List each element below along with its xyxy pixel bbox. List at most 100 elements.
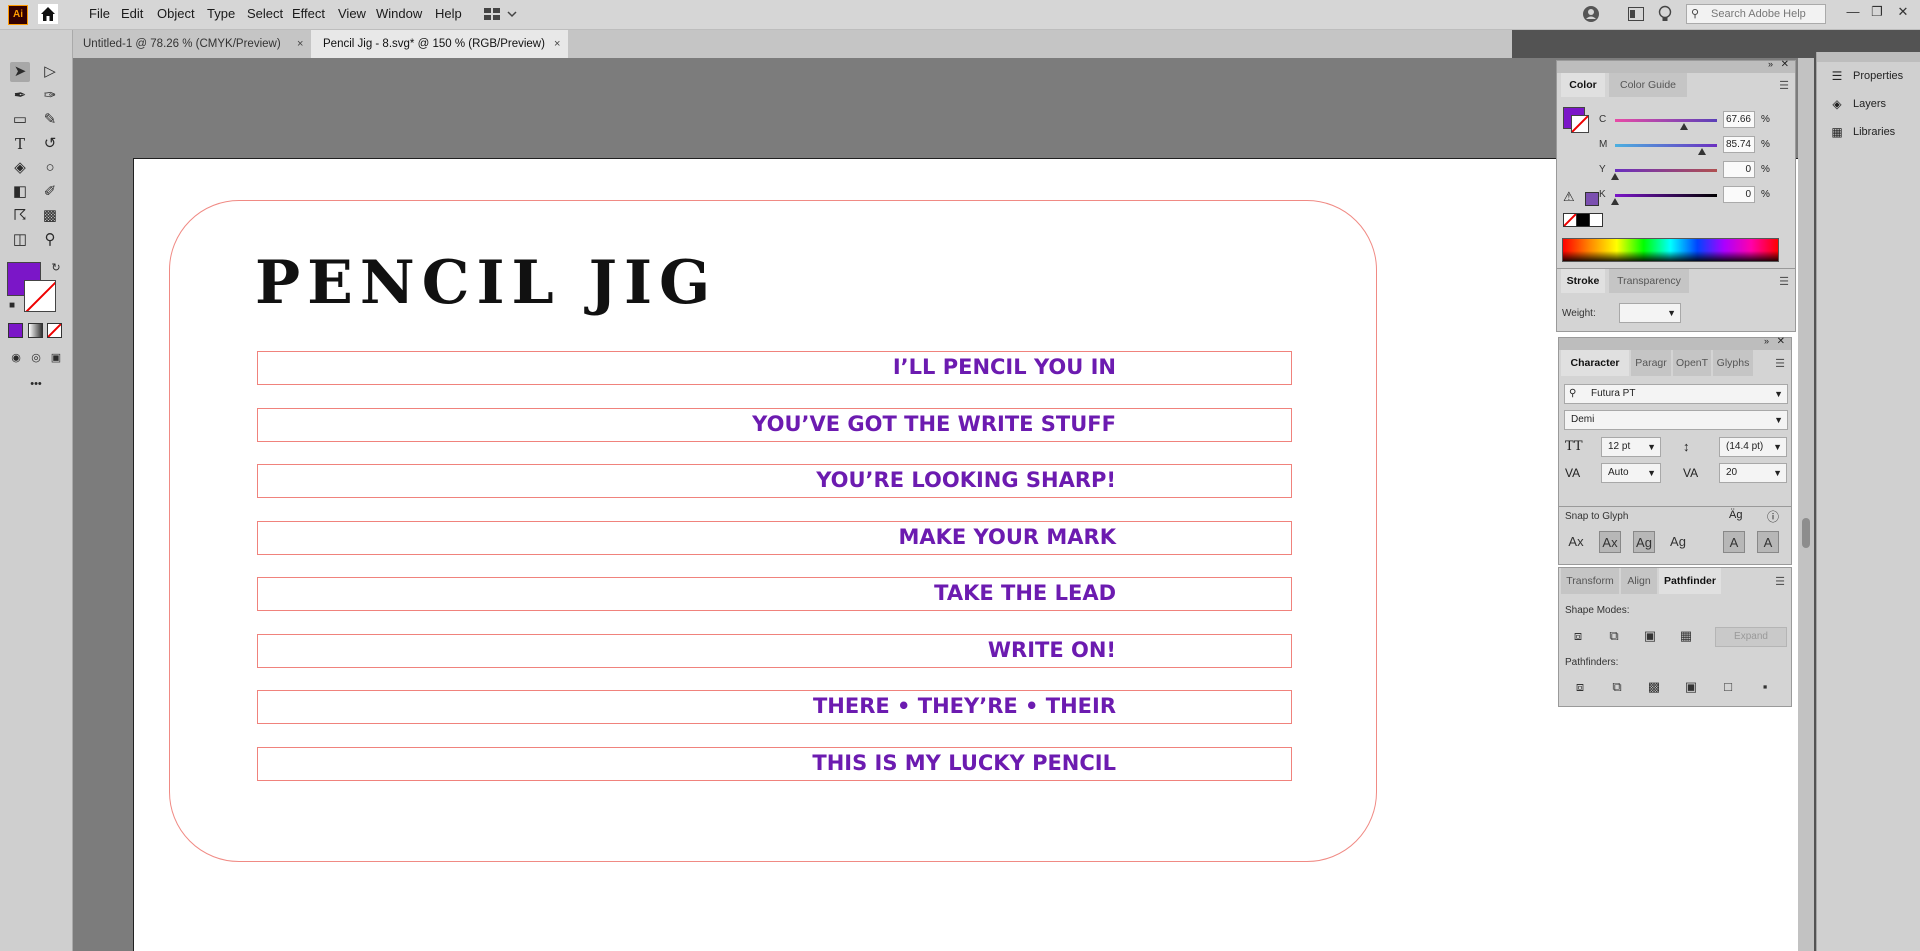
x-height-snap-icon[interactable]: Ax [1599, 531, 1621, 553]
chevron-down-icon[interactable]: ▼ [1774, 385, 1783, 403]
edit-toolbar-button[interactable]: ••• [26, 374, 46, 394]
close-tab-icon[interactable]: × [554, 30, 560, 58]
text-strip[interactable]: THIS IS MY LUCKY PENCIL [257, 747, 1292, 781]
gradient-mode-icon[interactable] [28, 323, 43, 338]
tab-glyphs[interactable]: Glyphs [1713, 350, 1753, 376]
slider-cyan[interactable]: C 67.66 % [1599, 111, 1789, 131]
dock-libraries[interactable]: ▦ Libraries [1829, 122, 1895, 142]
tab-color[interactable]: Color [1561, 73, 1605, 97]
none-swatch[interactable] [1563, 213, 1577, 227]
direct-selection-tool-icon[interactable]: ▷ [40, 62, 60, 82]
merge-icon[interactable]: ▩ [1643, 676, 1665, 698]
trim-icon[interactable]: ⧉ [1606, 676, 1628, 698]
panel-menu-icon[interactable]: ☰ [1775, 357, 1785, 370]
channel-value-input[interactable]: 85.74 [1723, 136, 1755, 153]
stroke-swatch-small[interactable] [1571, 115, 1589, 133]
close-panel-icon[interactable]: ✕ [1777, 336, 1785, 347]
channel-value-input[interactable]: 67.66 [1723, 111, 1755, 128]
tab-stroke[interactable]: Stroke [1561, 269, 1605, 293]
draw-normal-icon[interactable]: ◉ [6, 348, 26, 368]
selection-tool-icon[interactable]: ➤ [10, 62, 30, 82]
unite-icon[interactable]: ⧈ [1567, 625, 1589, 647]
exclude-icon[interactable]: ▦ [1675, 625, 1697, 647]
strip-text[interactable]: TAKE THE LEAD [934, 581, 1116, 605]
slider-thumb[interactable] [1698, 148, 1707, 155]
panel-header[interactable]: » ✕ [1559, 336, 1791, 350]
minimize-icon[interactable]: — [1842, 2, 1864, 22]
font-size-field[interactable]: 12 pt ▼ [1601, 437, 1661, 457]
dock-header[interactable] [1817, 52, 1920, 62]
swap-fill-stroke-icon[interactable]: ↻ [46, 258, 66, 278]
type-tool-icon[interactable]: T [10, 134, 30, 154]
lasso-tool-icon[interactable]: ○ [40, 158, 60, 178]
tab-color-guide[interactable]: Color Guide [1609, 73, 1687, 97]
text-strip[interactable]: YOU’RE LOOKING SHARP! [257, 464, 1292, 498]
weight-input[interactable]: ▼ [1619, 303, 1681, 323]
menu-view[interactable]: View [338, 6, 366, 21]
chevron-down-icon[interactable]: ▼ [1773, 464, 1782, 482]
artwork-title[interactable]: PENCIL JIG [255, 248, 717, 318]
default-colors-icon[interactable]: ■ [2, 296, 22, 316]
tab-character[interactable]: Character [1561, 350, 1629, 376]
color-spectrum[interactable] [1562, 238, 1779, 262]
text-strip[interactable]: TAKE THE LEAD [257, 577, 1292, 611]
rotate-tool-icon[interactable]: ↺ [40, 134, 60, 154]
restore-icon[interactable]: ❐ [1866, 2, 1888, 22]
leading-field[interactable]: (14.4 pt) ▼ [1719, 437, 1787, 457]
close-tab-icon[interactable]: × [297, 30, 303, 58]
panel-header[interactable]: » ✕ [1557, 59, 1795, 73]
gradient-tool-icon[interactable]: ◧ [10, 182, 30, 202]
minus-front-icon[interactable]: ⧉ [1603, 625, 1625, 647]
collapse-icon[interactable]: » [1768, 59, 1773, 69]
text-strip[interactable]: MAKE YOUR MARK [257, 521, 1292, 555]
tab-pathfinder[interactable]: Pathfinder [1659, 568, 1721, 594]
stroke-swatch[interactable] [24, 280, 56, 312]
eyedropper-tool-icon[interactable]: ✐ [40, 182, 60, 202]
slider-thumb[interactable] [1611, 173, 1619, 180]
puppet-warp-tool-icon[interactable]: ☈ [10, 206, 30, 226]
draw-behind-icon[interactable]: ◎ [26, 348, 46, 368]
minus-back-icon[interactable]: ▪ [1754, 676, 1776, 698]
tab-pencil-jig[interactable]: Pencil Jig - 8.svg* @ 150 % (RGB/Preview… [311, 30, 568, 58]
lightbulb-icon[interactable] [1658, 5, 1672, 23]
home-icon[interactable] [38, 4, 58, 24]
anchor-point-icon[interactable]: A [1757, 531, 1779, 553]
dock-layers[interactable]: ◈ Layers [1829, 94, 1886, 114]
workspace-switcher-icon[interactable] [484, 6, 518, 22]
font-style-field[interactable]: Demi ▼ [1564, 410, 1788, 430]
slider-magenta[interactable]: M 85.74 % [1599, 136, 1789, 156]
account-icon[interactable] [1582, 5, 1602, 23]
text-strip[interactable]: WRITE ON! [257, 634, 1292, 668]
chevron-down-icon[interactable]: ▼ [1647, 464, 1656, 482]
chevron-down-icon[interactable]: ▼ [1774, 411, 1783, 429]
slider-track[interactable] [1615, 119, 1717, 122]
vertical-scrollbar[interactable] [1798, 58, 1814, 951]
panel-menu-icon[interactable]: ☰ [1779, 275, 1789, 288]
text-strip[interactable]: THERE • THEY’RE • THEIR [257, 690, 1292, 724]
rectangle-tool-icon[interactable]: ▭ [10, 110, 30, 130]
text-strip[interactable]: YOU’VE GOT THE WRITE STUFF [257, 408, 1292, 442]
zoom-tool-icon[interactable]: ⚲ [40, 230, 60, 250]
slider-track[interactable] [1615, 194, 1717, 197]
menu-window[interactable]: Window [376, 6, 422, 21]
angular-guides-icon[interactable]: A [1723, 531, 1745, 553]
strip-text[interactable]: THIS IS MY LUCKY PENCIL [812, 751, 1116, 775]
slider-track[interactable] [1615, 169, 1717, 172]
intersect-icon[interactable]: ▣ [1639, 625, 1661, 647]
out-of-gamut-warning-icon[interactable]: ⚠ [1563, 189, 1575, 205]
slider-track[interactable] [1615, 144, 1717, 147]
artboard-tool-icon[interactable]: ◫ [10, 230, 30, 250]
chevron-down-icon[interactable]: ▼ [1667, 304, 1676, 322]
shape-builder-tool-icon[interactable]: ▩ [40, 206, 60, 226]
channel-value-input[interactable]: 0 [1723, 161, 1755, 178]
divide-icon[interactable]: ⧈ [1569, 676, 1591, 698]
menu-help[interactable]: Help [435, 6, 462, 21]
arrange-documents-icon[interactable] [1628, 7, 1644, 21]
tab-transform[interactable]: Transform [1561, 568, 1619, 594]
strip-text[interactable]: THERE • THEY’RE • THEIR [813, 694, 1116, 718]
gamut-swatch[interactable] [1585, 192, 1599, 206]
tab-paragraph[interactable]: Paragr [1631, 350, 1671, 376]
black-swatch[interactable] [1576, 213, 1590, 227]
scrollbar-thumb[interactable] [1802, 518, 1810, 548]
slider-thumb[interactable] [1680, 123, 1688, 130]
